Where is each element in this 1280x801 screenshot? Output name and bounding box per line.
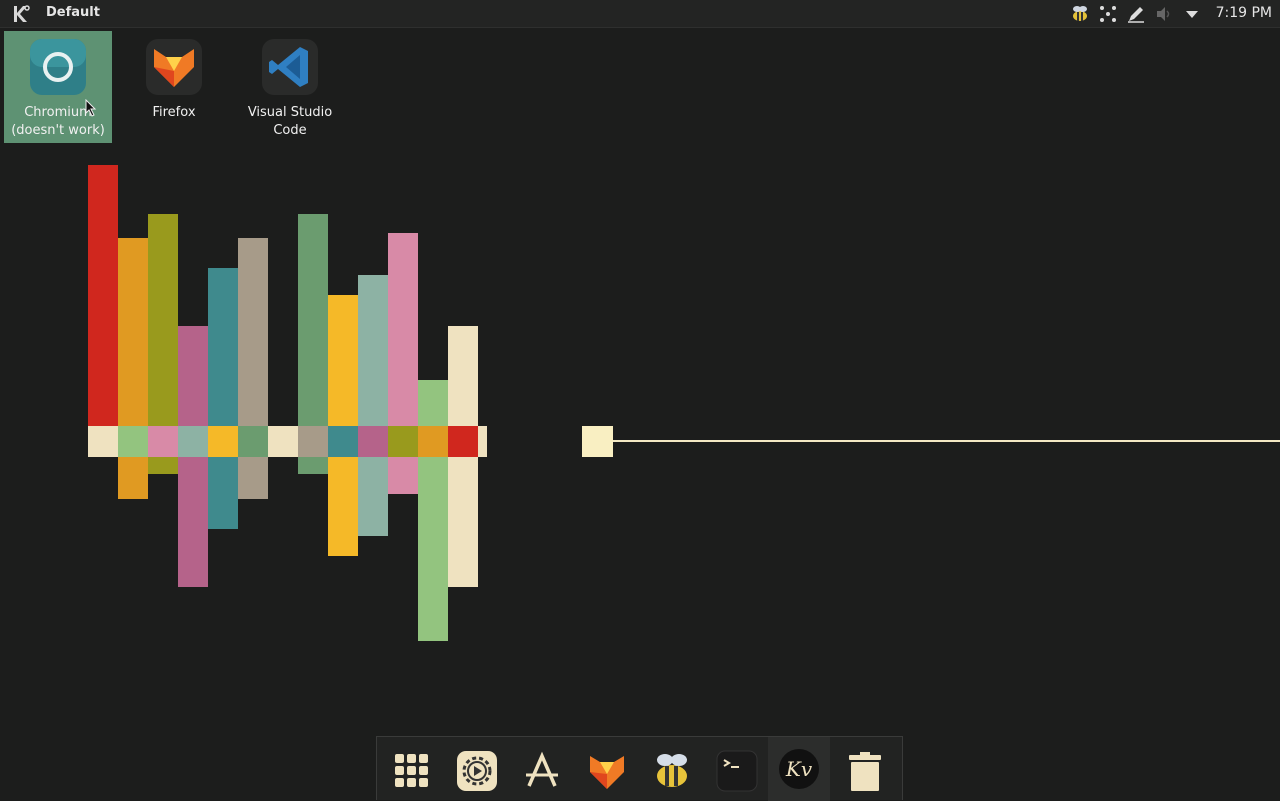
visualizer-baseline-cell	[418, 426, 448, 457]
visualizer-baseline-cell	[238, 426, 268, 457]
kivy-icon: Kv	[779, 749, 819, 789]
visualizer-bar-up	[148, 214, 178, 426]
visualizer-bar-up	[448, 326, 478, 426]
dock-item-terminal[interactable]	[711, 745, 763, 797]
visualizer-baseline-cell	[118, 426, 148, 457]
visualizer-baseline-cell	[208, 426, 238, 457]
dock-item-bee-app[interactable]	[646, 745, 698, 797]
visualizer-bar-down	[388, 457, 418, 494]
visualizer-bar-down	[358, 457, 388, 536]
app-grid-icon	[395, 754, 428, 787]
visualizer-bar-down	[208, 457, 238, 529]
visualizer-bar-up	[178, 326, 208, 426]
dock-item-font-viewer[interactable]	[516, 745, 568, 797]
visualizer-baseline-cell	[478, 426, 487, 457]
visualizer-baseline-cell	[328, 426, 358, 457]
visualizer-bar-down	[328, 457, 358, 556]
visualizer-bar-up	[238, 238, 268, 426]
visualizer-baseline-cell	[88, 426, 118, 457]
visualizer-bar-up	[358, 275, 388, 426]
audio-visualizer	[88, 165, 1280, 641]
visualizer-baseline-cell	[268, 426, 298, 457]
settings-gear-icon	[457, 751, 497, 791]
visualizer-baseline-cell	[358, 426, 388, 457]
dock-item-trash[interactable]	[839, 745, 891, 797]
dock-item-kivy[interactable]: Kv	[768, 737, 830, 801]
visualizer-bar-down	[448, 457, 478, 587]
playhead-marker[interactable]	[582, 426, 613, 457]
visualizer-bar-down	[178, 457, 208, 587]
visualizer-bar-up	[418, 380, 448, 426]
trash-icon	[849, 752, 881, 791]
visualizer-bar-up	[328, 295, 358, 426]
visualizer-bar-up	[388, 233, 418, 426]
font-a-icon	[526, 751, 558, 787]
mouse-cursor-icon	[85, 99, 97, 117]
visualizer-baseline-cell	[388, 426, 418, 457]
visualizer-baseline-cell	[298, 426, 328, 457]
visualizer-bar-up	[118, 238, 148, 426]
visualizer-bar-down	[238, 457, 268, 499]
visualizer-bar-down	[418, 457, 448, 641]
visualizer-baseline-cell	[148, 426, 178, 457]
visualizer-bar-down	[298, 457, 328, 474]
visualizer-baseline-cell	[178, 426, 208, 457]
visualizer-bar-down	[148, 457, 178, 474]
dock: Kv	[376, 736, 903, 801]
visualizer-baseline-cell	[448, 426, 478, 457]
dock-item-firefox[interactable]	[581, 745, 633, 797]
dock-item-settings[interactable]	[451, 745, 503, 797]
firefox-icon	[590, 756, 624, 789]
svg-text:Kv: Kv	[785, 757, 813, 781]
visualizer-bar-up	[208, 268, 238, 426]
dock-item-app-grid[interactable]	[386, 745, 438, 797]
bee-icon	[657, 754, 687, 787]
visualizer-bar-up	[298, 214, 328, 426]
visualizer-bar-down	[118, 457, 148, 499]
visualizer-bar-up	[88, 165, 118, 426]
terminal-icon	[716, 750, 758, 792]
